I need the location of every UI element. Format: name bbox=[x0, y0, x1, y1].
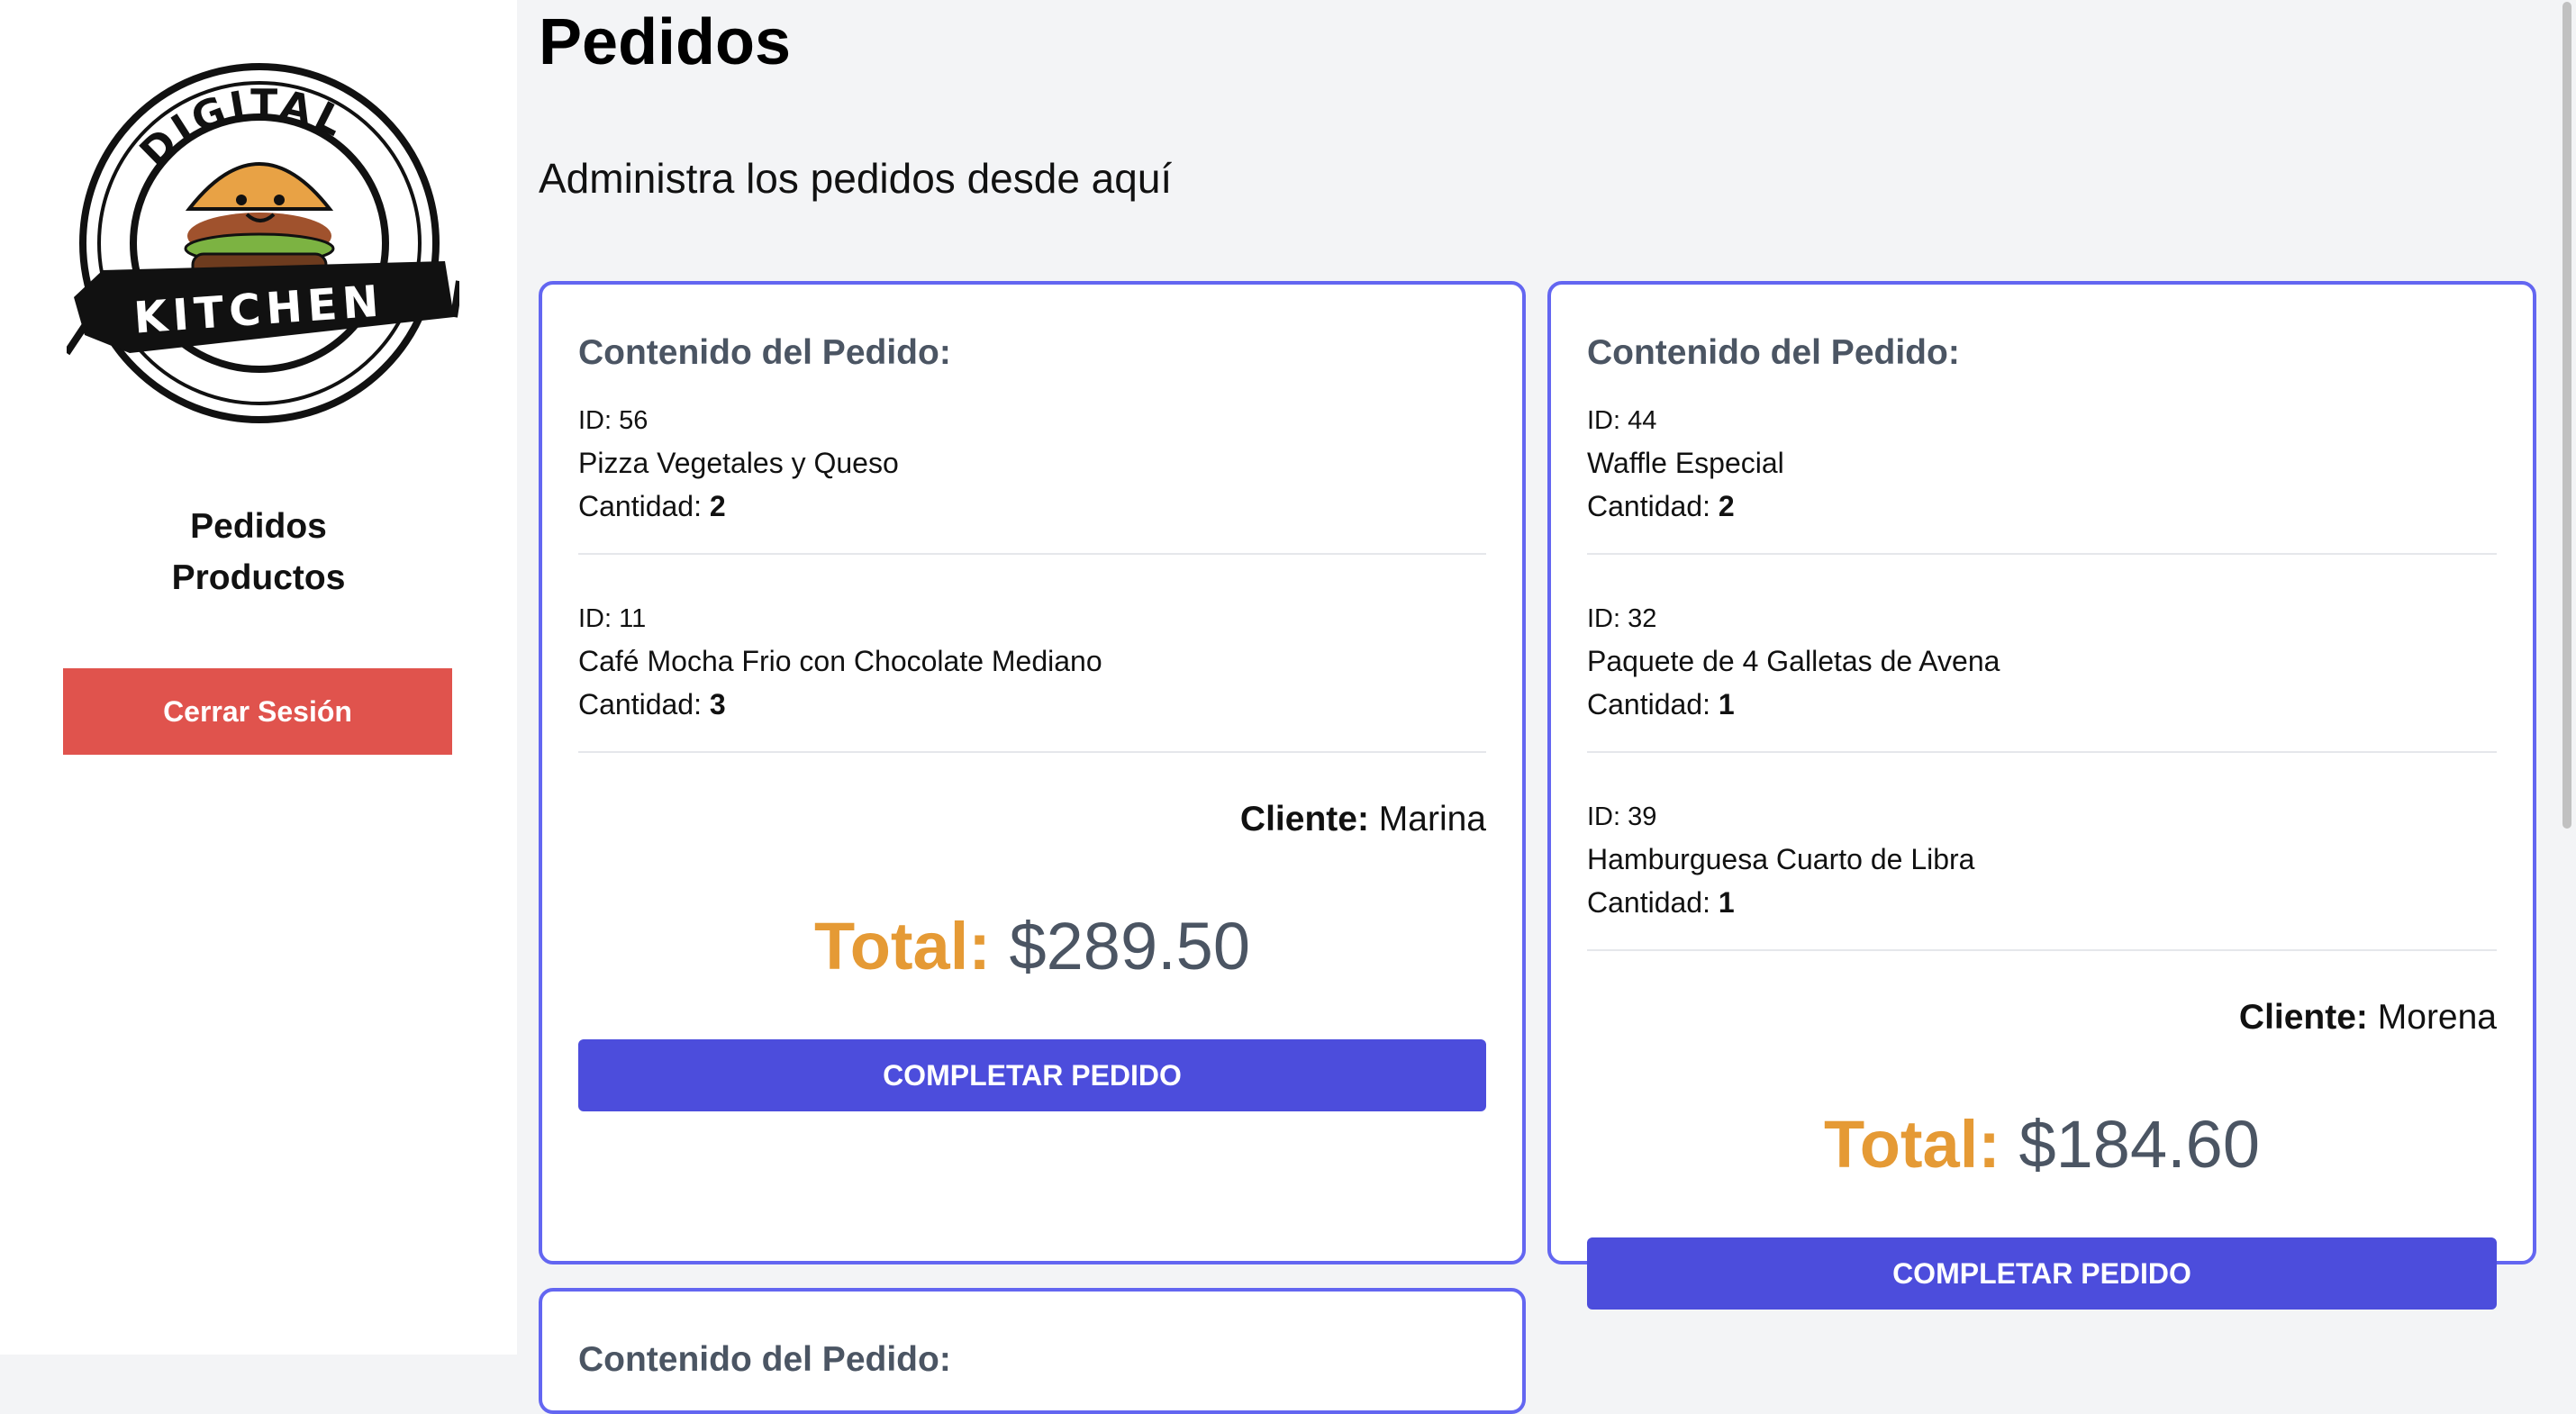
order-card: Contenido del Pedido: ID: 44 Waffle Espe… bbox=[1547, 281, 2536, 1310]
item-quantity: Cantidad: 1 bbox=[1587, 683, 2497, 726]
sidebar: DIGITAL KITCHEN Pedidos Productos Cerrar… bbox=[0, 0, 517, 1355]
item-name: Paquete de 4 Galletas de Avena bbox=[1587, 645, 2000, 677]
total-label: Total: bbox=[814, 909, 991, 983]
quantity-value: 3 bbox=[709, 688, 726, 721]
quantity-label: Cantidad: bbox=[1587, 886, 1719, 919]
order-total: Total: $184.60 bbox=[1587, 1104, 2497, 1185]
quantity-value: 2 bbox=[709, 490, 726, 522]
order-card: Contenido del Pedido: bbox=[539, 1288, 1526, 1414]
order-client: Cliente: Morena bbox=[1587, 994, 2497, 1041]
client-name: Morena bbox=[2377, 998, 2497, 1037]
scrollbar-thumb[interactable] bbox=[2562, 2, 2571, 829]
nav-pedidos-link[interactable]: Pedidos bbox=[0, 501, 517, 552]
order-item: ID: 32 Paquete de 4 Galletas de Avena Ca… bbox=[1587, 598, 2497, 753]
total-label: Total: bbox=[1824, 1107, 2000, 1182]
item-id: ID: 56 bbox=[578, 406, 649, 435]
item-name: Hamburguesa Cuarto de Libra bbox=[1587, 843, 1975, 875]
main-content: Pedidos Administra los pedidos desde aqu… bbox=[517, 0, 2576, 1414]
item-quantity: Cantidad: 2 bbox=[578, 485, 1486, 528]
client-label: Cliente: bbox=[1239, 800, 1369, 838]
page-title: Pedidos bbox=[539, 6, 792, 78]
order-heading: Contenido del Pedido: bbox=[1587, 333, 1960, 372]
item-quantity: Cantidad: 2 bbox=[1587, 485, 2497, 528]
total-value: $289.50 bbox=[1009, 909, 1250, 983]
order-item: ID: 56 Pizza Vegetales y Queso Cantidad:… bbox=[578, 400, 1486, 555]
order-card: Contenido del Pedido: ID: 56 Pizza Veget… bbox=[539, 281, 1526, 1264]
quantity-value: 1 bbox=[1718, 886, 1735, 919]
item-id: ID: 32 bbox=[1587, 604, 1657, 633]
order-total: Total: $289.50 bbox=[578, 906, 1486, 987]
page-subtitle: Administra los pedidos desde aquí bbox=[539, 155, 1173, 202]
quantity-label: Cantidad: bbox=[1587, 688, 1719, 721]
item-quantity: Cantidad: 1 bbox=[1587, 881, 2497, 924]
nav-productos-link[interactable]: Productos bbox=[0, 552, 517, 603]
item-id: ID: 39 bbox=[1587, 802, 1657, 831]
quantity-label: Cantidad: bbox=[578, 490, 710, 522]
client-name: Marina bbox=[1378, 800, 1486, 838]
logout-button[interactable]: Cerrar Sesión bbox=[63, 668, 452, 755]
item-id: ID: 11 bbox=[578, 604, 647, 633]
quantity-value: 1 bbox=[1718, 688, 1735, 721]
quantity-label: Cantidad: bbox=[578, 688, 710, 721]
order-heading: Contenido del Pedido: bbox=[578, 333, 951, 372]
client-label: Cliente: bbox=[2238, 998, 2368, 1037]
sidebar-nav: Pedidos Productos bbox=[0, 501, 517, 603]
digital-kitchen-logo: DIGITAL KITCHEN bbox=[67, 63, 459, 423]
quantity-label: Cantidad: bbox=[1587, 490, 1719, 522]
quantity-value: 2 bbox=[1718, 490, 1735, 522]
complete-order-button[interactable]: COMPLETAR PEDIDO bbox=[1587, 1237, 2497, 1310]
item-id: ID: 44 bbox=[1587, 406, 1657, 435]
order-heading: Contenido del Pedido: bbox=[578, 1340, 951, 1379]
order-item: ID: 11 Café Mocha Frio con Chocolate Med… bbox=[578, 598, 1486, 753]
order-item: ID: 39 Hamburguesa Cuarto de Libra Canti… bbox=[1587, 796, 2497, 951]
item-quantity: Cantidad: 3 bbox=[578, 683, 1486, 726]
complete-order-button[interactable]: COMPLETAR PEDIDO bbox=[578, 1039, 1486, 1111]
item-name: Pizza Vegetales y Queso bbox=[578, 447, 899, 479]
order-item: ID: 44 Waffle Especial Cantidad: 2 bbox=[1587, 400, 2497, 555]
total-value: $184.60 bbox=[2018, 1107, 2260, 1182]
page-scrollbar[interactable] bbox=[2560, 0, 2574, 1355]
item-name: Café Mocha Frio con Chocolate Mediano bbox=[578, 645, 1102, 677]
item-name: Waffle Especial bbox=[1587, 447, 1784, 479]
order-client: Cliente: Marina bbox=[578, 796, 1486, 843]
